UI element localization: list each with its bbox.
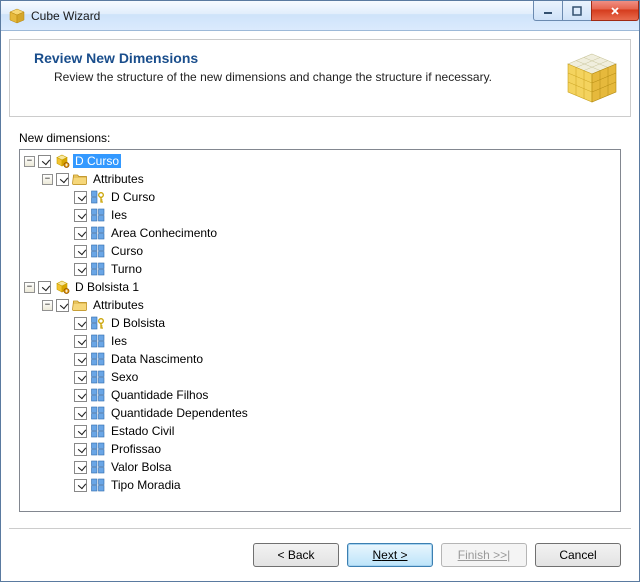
tree-node[interactable]: Tipo Moradia — [20, 476, 620, 494]
cube-illustration-icon — [564, 50, 620, 106]
tree-node[interactable]: D Bolsista — [20, 314, 620, 332]
wizard-body: New dimensions: −D Curso−AttributesD Cur… — [1, 117, 639, 518]
tree-node[interactable]: Ies — [20, 332, 620, 350]
tree-checkbox[interactable] — [74, 191, 87, 204]
tree-node[interactable]: −Attributes — [20, 296, 620, 314]
wizard-buttons: < Back Next > Finish >>| Cancel — [9, 528, 631, 581]
tree-checkbox[interactable] — [38, 155, 51, 168]
dimension-icon — [54, 279, 70, 295]
tree-checkbox[interactable] — [74, 389, 87, 402]
dimensions-tree[interactable]: −D Curso−AttributesD CursoIesArea Conhec… — [19, 149, 621, 512]
tree-node-label[interactable]: Turno — [109, 262, 144, 276]
close-button[interactable] — [591, 1, 639, 21]
tree-node[interactable]: Quantidade Filhos — [20, 386, 620, 404]
tree-node[interactable]: Quantidade Dependentes — [20, 404, 620, 422]
tree-checkbox[interactable] — [74, 479, 87, 492]
wizard-header: Review New Dimensions Review the structu… — [9, 39, 631, 117]
attribute-icon — [90, 477, 106, 493]
maximize-button[interactable] — [562, 1, 592, 21]
tree-checkbox[interactable] — [56, 173, 69, 186]
tree-node-label[interactable]: Sexo — [109, 370, 140, 384]
tree-checkbox[interactable] — [74, 263, 87, 276]
tree-node-label[interactable]: Estado Civil — [109, 424, 176, 438]
tree-node[interactable]: Data Nascimento — [20, 350, 620, 368]
tree-checkbox[interactable] — [74, 353, 87, 366]
tree-node-label[interactable]: Tipo Moradia — [109, 478, 183, 492]
tree-checkbox[interactable] — [74, 209, 87, 222]
tree-checkbox[interactable] — [74, 335, 87, 348]
tree-node[interactable]: Turno — [20, 260, 620, 278]
tree-node[interactable]: Area Conhecimento — [20, 224, 620, 242]
tree-node[interactable]: −Attributes — [20, 170, 620, 188]
tree-node-label[interactable]: D Curso — [109, 190, 157, 204]
finish-button[interactable]: Finish >>| — [441, 543, 527, 567]
minimize-button[interactable] — [533, 1, 563, 21]
tree-node[interactable]: Ies — [20, 206, 620, 224]
tree-node[interactable]: Valor Bolsa — [20, 458, 620, 476]
page-title: Review New Dimensions — [34, 50, 616, 66]
cube-wizard-window: Cube Wizard Review New Dimensions Review… — [0, 0, 640, 582]
tree-checkbox[interactable] — [74, 371, 87, 384]
tree-node[interactable]: Sexo — [20, 368, 620, 386]
tree-node-label[interactable]: Quantidade Filhos — [109, 388, 210, 402]
collapse-toggle[interactable]: − — [24, 282, 35, 293]
tree-checkbox[interactable] — [74, 443, 87, 456]
tree-node[interactable]: Estado Civil — [20, 422, 620, 440]
tree-node-label[interactable]: Profissao — [109, 442, 163, 456]
dimension-icon — [54, 153, 70, 169]
tree-node-label[interactable]: Valor Bolsa — [109, 460, 173, 474]
next-button[interactable]: Next > — [347, 543, 433, 567]
tree-node-label[interactable]: Quantidade Dependentes — [109, 406, 250, 420]
titlebar[interactable]: Cube Wizard — [1, 1, 639, 31]
tree-checkbox[interactable] — [38, 281, 51, 294]
tree-node-label[interactable]: Ies — [109, 334, 129, 348]
tree-checkbox[interactable] — [56, 299, 69, 312]
cube-icon — [9, 8, 25, 24]
back-button[interactable]: < Back — [253, 543, 339, 567]
page-subtitle: Review the structure of the new dimensio… — [54, 70, 616, 84]
tree-node-label[interactable]: Area Conhecimento — [109, 226, 219, 240]
tree-checkbox[interactable] — [74, 245, 87, 258]
new-dimensions-label: New dimensions: — [19, 131, 621, 145]
tree-checkbox[interactable] — [74, 317, 87, 330]
folder-icon — [72, 297, 88, 313]
tree-node[interactable]: −D Curso — [20, 152, 620, 170]
tree-node-label[interactable]: Curso — [109, 244, 145, 258]
tree-node[interactable]: Profissao — [20, 440, 620, 458]
window-title: Cube Wizard — [31, 9, 100, 23]
window-controls — [534, 1, 639, 21]
tree-node[interactable]: Curso — [20, 242, 620, 260]
tree-node-label[interactable]: Ies — [109, 208, 129, 222]
collapse-toggle[interactable]: − — [24, 156, 35, 167]
tree-checkbox[interactable] — [74, 407, 87, 420]
tree-node-label[interactable]: Data Nascimento — [109, 352, 205, 366]
collapse-toggle[interactable]: − — [42, 174, 53, 185]
tree-checkbox[interactable] — [74, 425, 87, 438]
tree-node[interactable]: −D Bolsista 1 — [20, 278, 620, 296]
cancel-button[interactable]: Cancel — [535, 543, 621, 567]
tree-node-label[interactable]: D Bolsista — [109, 316, 167, 330]
collapse-toggle[interactable]: − — [42, 300, 53, 311]
tree-node[interactable]: D Curso — [20, 188, 620, 206]
tree-checkbox[interactable] — [74, 227, 87, 240]
folder-icon — [72, 171, 88, 187]
tree-checkbox[interactable] — [74, 461, 87, 474]
